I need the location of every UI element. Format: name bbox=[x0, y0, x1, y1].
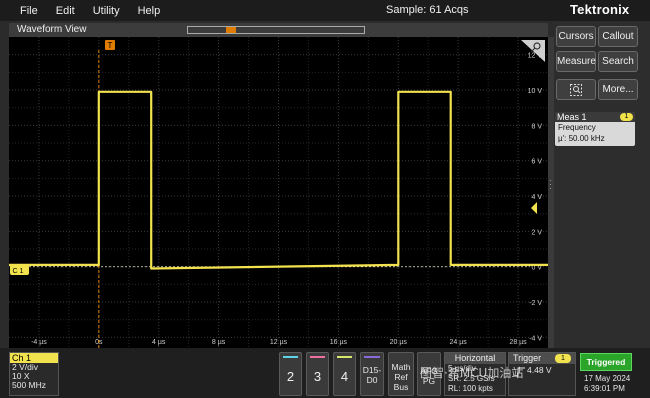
meas-source-badge: 1 bbox=[620, 113, 633, 121]
trigger-position-marker[interactable]: T bbox=[105, 40, 115, 50]
record-length: RL: 100 kpts bbox=[448, 384, 493, 393]
digital-channels-button[interactable]: D15- D0 bbox=[360, 352, 384, 396]
brand-logo: Tektronix bbox=[570, 2, 630, 17]
x-tick-label: 24 µs bbox=[450, 339, 468, 346]
bus-label: Bus bbox=[393, 382, 409, 392]
menu-edit[interactable]: Edit bbox=[56, 5, 75, 17]
record-scrollbar[interactable] bbox=[187, 26, 365, 34]
waveform-view-header: Waveform View bbox=[9, 23, 548, 37]
y-tick-label: -4 V bbox=[529, 335, 542, 342]
menu-utility[interactable]: Utility bbox=[93, 5, 120, 17]
y-tick-label: 4 V bbox=[531, 194, 542, 201]
time-text: 6:39:01 PM bbox=[584, 384, 625, 393]
math-ref-bus-button[interactable]: Math Ref Bus bbox=[388, 352, 414, 396]
date-text: 17 May 2024 bbox=[584, 374, 631, 383]
y-tick-label: -2 V bbox=[529, 300, 542, 307]
menu-file[interactable]: File bbox=[20, 5, 38, 17]
ch1-bandwidth: 500 MHz bbox=[12, 380, 47, 390]
measure-button[interactable]: Measure bbox=[556, 51, 596, 72]
meas-header: Meas 1 1 bbox=[555, 112, 635, 122]
x-axis-labels: -4 µs0s4 µs8 µs12 µs16 µs20 µs24 µs28 µs bbox=[31, 339, 527, 346]
y-axis-labels: 12 V10 V8 V6 V4 V2 V0 V-2 V-4 V bbox=[528, 53, 543, 343]
channel-4-label: 4 bbox=[340, 369, 349, 384]
trigger-marker-label: T bbox=[108, 41, 113, 50]
x-tick-label: 8 µs bbox=[212, 339, 226, 346]
x-tick-label: 20 µs bbox=[390, 339, 408, 346]
search-button[interactable]: Search bbox=[598, 51, 638, 72]
record-scroll-thumb[interactable] bbox=[226, 27, 236, 33]
meas-value: µ': 50.00 kHz bbox=[558, 134, 605, 143]
channel-3-label: 3 bbox=[313, 369, 322, 384]
y-tick-label: 2 V bbox=[531, 229, 542, 236]
channel-4-color bbox=[337, 356, 352, 358]
channel-3-button[interactable]: 3 bbox=[306, 352, 329, 396]
x-tick-label: 4 µs bbox=[152, 339, 166, 346]
menu-help[interactable]: Help bbox=[138, 5, 161, 17]
watermark-text: 图智·希MCU加油站 bbox=[420, 366, 524, 380]
more-button[interactable]: More... bbox=[598, 79, 638, 100]
y-tick-label: 8 V bbox=[531, 123, 542, 130]
channel-4-button[interactable]: 4 bbox=[333, 352, 356, 396]
d0-label: D0 bbox=[366, 375, 378, 385]
digital-color bbox=[364, 356, 380, 358]
callout-button[interactable]: Callout bbox=[598, 26, 638, 47]
x-tick-label: 12 µs bbox=[270, 339, 288, 346]
horizontal-title: Horizontal bbox=[445, 353, 505, 364]
x-tick-label: 28 µs bbox=[509, 339, 527, 346]
waveform-plot[interactable]: 12 V10 V8 V6 V4 V2 V0 V-2 V-4 V -4 µs0s4… bbox=[9, 37, 548, 348]
channel-2-color bbox=[283, 356, 298, 358]
trigger-level-arrow[interactable] bbox=[531, 202, 537, 214]
ch1-badge[interactable]: Ch 1 2 V/div 10 X 500 MHz bbox=[9, 352, 59, 396]
ch1-ground-marker[interactable]: C 1 bbox=[10, 265, 29, 275]
waveform-view-title: Waveform View bbox=[17, 24, 87, 35]
x-tick-label: 16 µs bbox=[330, 339, 348, 346]
y-tick-label: 6 V bbox=[531, 159, 542, 166]
cursors-button[interactable]: Cursors bbox=[556, 26, 596, 47]
ref-label: Ref bbox=[394, 372, 408, 382]
trigger-source-badge: 1 bbox=[555, 354, 571, 363]
graticule bbox=[9, 37, 548, 348]
zoom-button[interactable] bbox=[556, 79, 596, 100]
d15-label: D15- bbox=[362, 365, 382, 375]
channel-2-label: 2 bbox=[286, 369, 295, 384]
channel-3-color bbox=[310, 356, 325, 358]
meas-name: Frequency bbox=[558, 123, 596, 132]
ch1-marker-label: C 1 bbox=[13, 268, 24, 275]
waveform-svg: 12 V10 V8 V6 V4 V2 V0 V-2 V-4 V -4 µs0s4… bbox=[9, 37, 548, 348]
y-tick-label: 10 V bbox=[528, 88, 543, 95]
acquisition-status: Sample: 61 Acqs bbox=[386, 4, 469, 16]
zoom-box-icon bbox=[570, 84, 582, 96]
channel-2-button[interactable]: 2 bbox=[279, 352, 302, 396]
date-time: 17 May 2024 6:39:01 PM bbox=[584, 374, 630, 394]
measurement-badge[interactable]: Meas 1 1 Frequency µ': 50.00 kHz bbox=[555, 112, 635, 146]
math-label: Math bbox=[391, 362, 411, 372]
trigger-state-indicator: Triggered bbox=[580, 353, 632, 371]
x-tick-label: -4 µs bbox=[31, 339, 47, 346]
meas-title: Meas 1 bbox=[557, 112, 587, 122]
menu-bar: File Edit Utility Help bbox=[0, 0, 650, 21]
